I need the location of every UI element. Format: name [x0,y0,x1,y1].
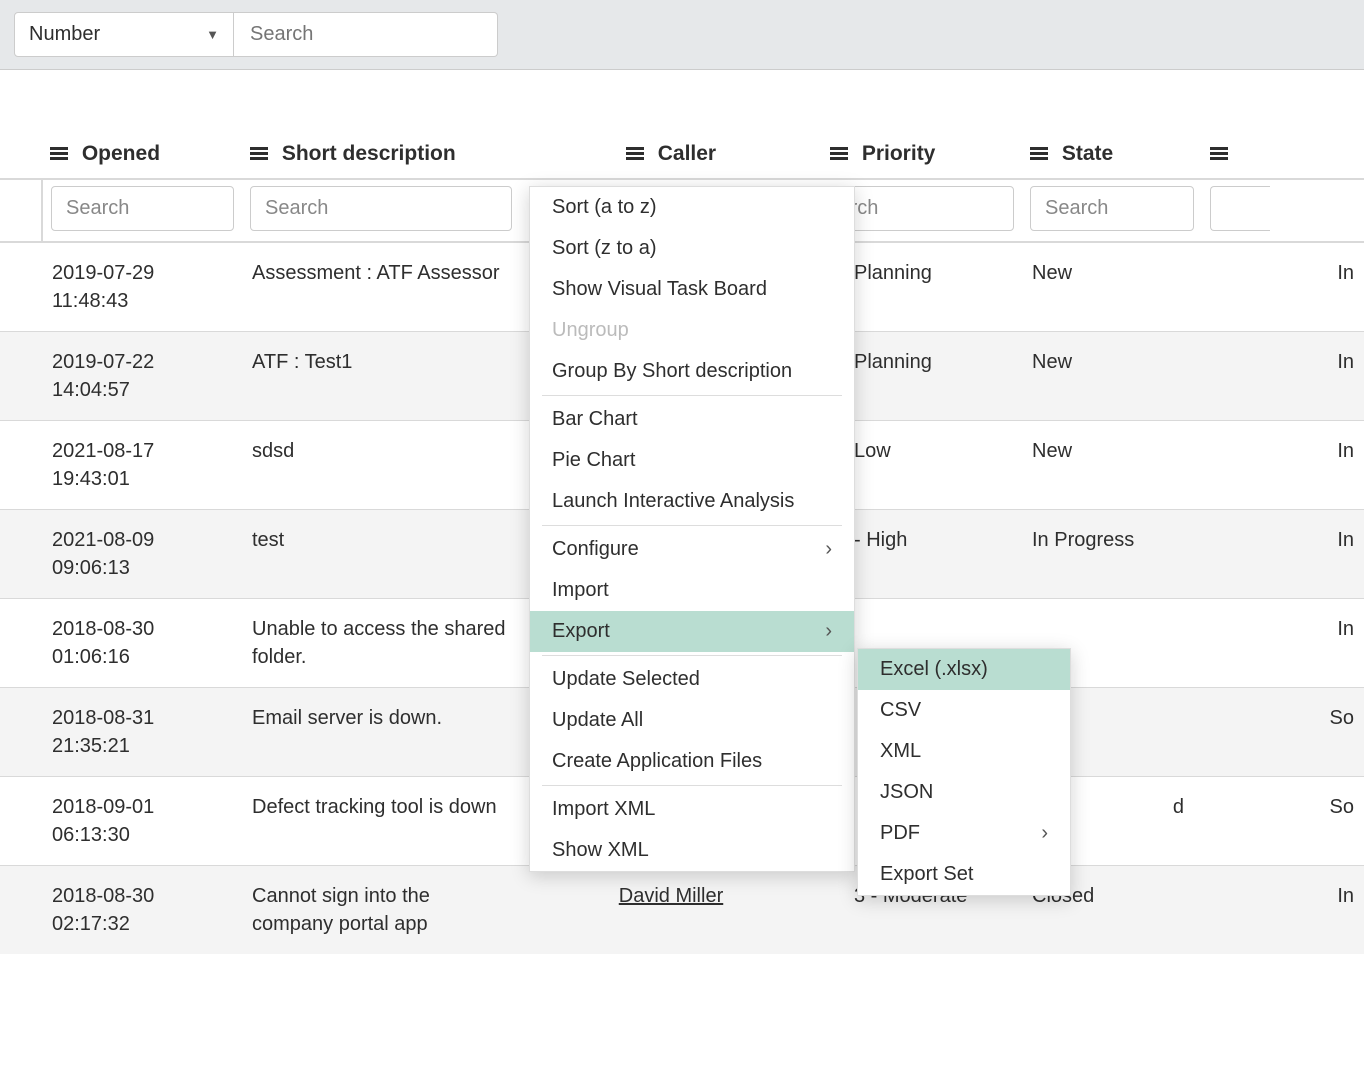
cell-opened: 2021-08-09 09:06:13 [42,510,242,599]
cell-opened: 2019-07-22 14:04:57 [42,332,242,421]
cell-state: New [1022,332,1202,421]
search-description-input[interactable] [250,186,512,231]
menu-show-xml[interactable]: Show XML [530,830,854,871]
menu-show-vtb[interactable]: Show Visual Task Board [530,269,854,310]
menu-update-all[interactable]: Update All [530,700,854,741]
column-context-menu: Sort (a to z) Sort (z to a) Show Visual … [529,186,855,872]
hamburger-icon [250,147,268,161]
cell-short-description: test [242,510,520,599]
submenu-csv[interactable]: CSV [858,690,1070,731]
search-opened-input[interactable] [51,186,234,231]
menu-separator [542,525,842,526]
submenu-json[interactable]: JSON [858,772,1070,813]
cell-extra: So [1202,688,1364,777]
search-extra-input[interactable] [1210,186,1270,231]
menu-launch-analysis[interactable]: Launch Interactive Analysis [530,481,854,522]
menu-sort-az[interactable]: Sort (a to z) [530,187,854,228]
cell-extra: In [1202,866,1364,955]
menu-export[interactable]: Export› [530,611,854,652]
cell-opened: 2018-08-30 02:17:32 [42,866,242,955]
submenu-pdf[interactable]: PDF› [858,813,1070,854]
chevron-right-icon: › [825,538,832,561]
column-header-short-description[interactable]: Short description [242,132,520,179]
cell-short-description: Email server is down. [242,688,520,777]
menu-separator [542,655,842,656]
cell-opened: 2021-08-17 19:43:01 [42,421,242,510]
column-label: Priority [862,142,936,165]
cell-extra: In [1202,242,1364,332]
menu-create-app-files[interactable]: Create Application Files [530,741,854,782]
export-submenu: Excel (.xlsx) CSV XML JSON PDF› Export S… [857,648,1071,896]
chevron-right-icon: › [825,620,832,643]
table-header-row: Opened Short description Caller Priority… [0,132,1364,179]
cell-short-description: Assessment : ATF Assessor [242,242,520,332]
cell-extra: In [1202,421,1364,510]
cell-short-description: Defect tracking tool is down [242,777,520,866]
cell-extra: In [1202,332,1364,421]
cell-short-description: sdsd [242,421,520,510]
column-label: Opened [82,142,160,165]
menu-pie-chart[interactable]: Pie Chart [530,440,854,481]
menu-ungroup: Ungroup [530,310,854,351]
hamburger-icon [626,147,644,161]
cell-extra: So [1202,777,1364,866]
menu-configure[interactable]: Configure› [530,529,854,570]
filter-bar: Number ▼ [0,0,1364,70]
search-priority-input[interactable] [830,186,1014,231]
menu-separator [542,785,842,786]
cell-state: New [1022,421,1202,510]
menu-bar-chart[interactable]: Bar Chart [530,399,854,440]
hamburger-icon [830,147,848,161]
search-state-input[interactable] [1030,186,1194,231]
cell-state: In Progress [1022,510,1202,599]
cell-short-description: Cannot sign into the company portal app [242,866,520,955]
column-header-priority[interactable]: Priority [822,132,1022,179]
dropdown-arrow-icon: ▼ [206,27,219,42]
table-row[interactable]: 2018-08-30 02:17:32Cannot sign into the … [0,866,1364,955]
hamburger-icon [50,147,68,161]
cell-opened: 2018-08-31 21:35:21 [42,688,242,777]
hamburger-icon [1030,147,1048,161]
menu-sort-za[interactable]: Sort (z to a) [530,228,854,269]
cell-state: New [1022,242,1202,332]
column-header-caller[interactable]: Caller [520,132,822,179]
column-label: Short description [282,142,456,165]
field-select-value: Number [29,23,100,46]
global-search-input[interactable] [234,12,498,57]
column-label: State [1062,142,1113,165]
column-header-state[interactable]: State [1022,132,1202,179]
cell-opened: 2018-09-01 06:13:30 [42,777,242,866]
column-header-opened[interactable]: Opened [42,132,242,179]
menu-group-by[interactable]: Group By Short description [530,351,854,392]
menu-import[interactable]: Import [530,570,854,611]
field-select-dropdown[interactable]: Number ▼ [14,12,234,57]
submenu-export-set[interactable]: Export Set [858,854,1070,895]
column-header-extra[interactable] [1202,132,1364,179]
menu-import-xml[interactable]: Import XML [530,789,854,830]
cell-short-description: Unable to access the shared folder. [242,599,520,688]
cell-extra: In [1202,599,1364,688]
cell-opened: 2019-07-29 11:48:43 [42,242,242,332]
menu-update-selected[interactable]: Update Selected [530,659,854,700]
chevron-right-icon: › [1041,822,1048,845]
menu-separator [542,395,842,396]
caller-link[interactable]: David Miller [619,885,723,907]
cell-extra: In [1202,510,1364,599]
cell-caller: David Miller [520,866,822,955]
submenu-xml[interactable]: XML [858,731,1070,772]
submenu-excel[interactable]: Excel (.xlsx) [858,649,1070,690]
cell-short-description: ATF : Test1 [242,332,520,421]
cell-opened: 2018-08-30 01:06:16 [42,599,242,688]
column-label: Caller [658,142,716,165]
hamburger-icon [1210,147,1228,161]
